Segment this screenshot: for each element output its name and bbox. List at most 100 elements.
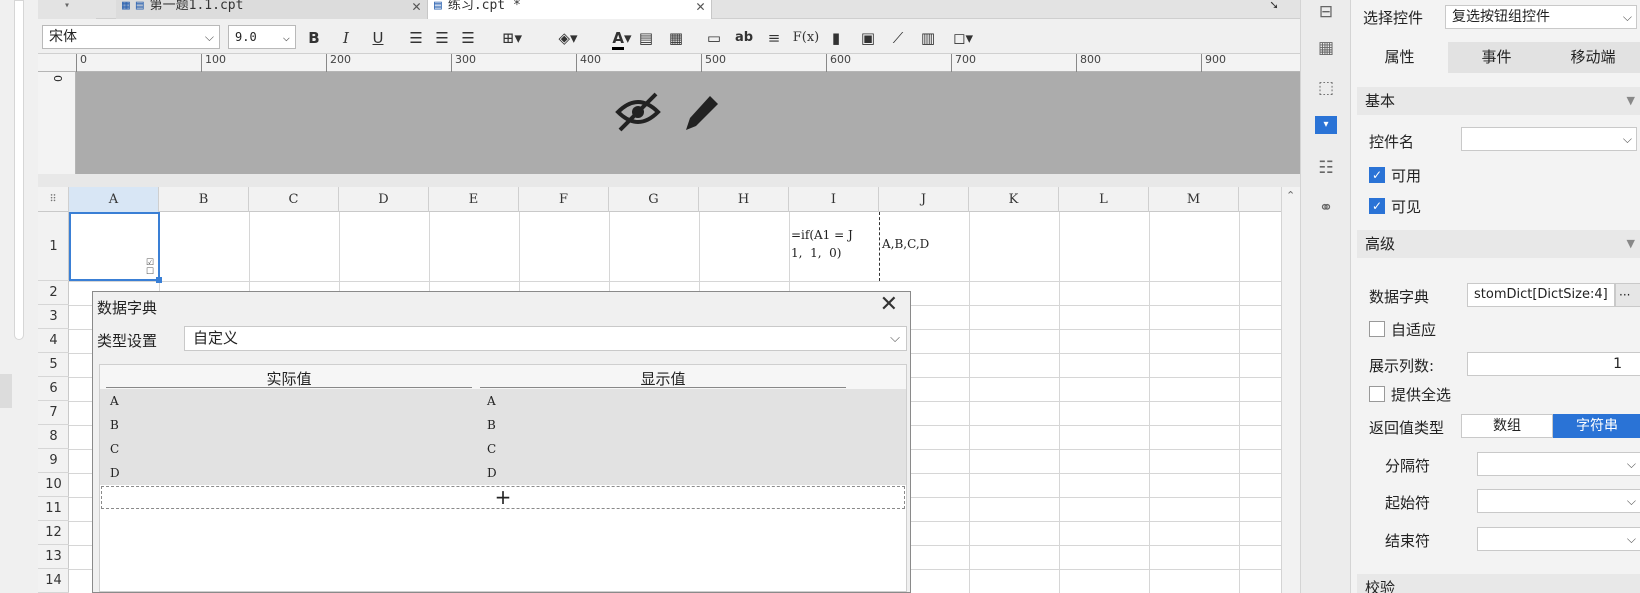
actual-cell[interactable]: A (110, 389, 119, 413)
data-dictionary-edit-button[interactable]: ··· (1615, 283, 1640, 307)
column-header[interactable]: D (339, 187, 429, 212)
bold-button[interactable]: B (302, 27, 326, 49)
tab-close-icon[interactable]: ✕ (696, 0, 705, 14)
slash-icon[interactable]: ⟋ (886, 27, 910, 49)
data-dictionary-field[interactable]: stomDict[DictSize:4] (1467, 283, 1615, 307)
font-size-select[interactable]: 9.0 ⌵ (228, 25, 296, 49)
report-header-canvas[interactable] (76, 72, 1300, 174)
tab-dropdown[interactable]: ▾ (38, 0, 96, 19)
enabled-checkbox[interactable]: ✓ (1369, 167, 1385, 183)
table-row[interactable]: DD (100, 461, 906, 485)
display-cell[interactable]: A (487, 389, 496, 413)
row-header[interactable]: 3 (38, 305, 69, 329)
tab-events[interactable]: 事件 (1448, 42, 1545, 73)
font-family-select[interactable]: 宋体 ⌵ (42, 25, 220, 49)
cell-attribute-icon[interactable]: ▦ (1314, 36, 1338, 60)
column-header[interactable]: I (789, 187, 879, 212)
row-header[interactable]: 5 (38, 353, 69, 377)
section-advanced[interactable]: 高级 ▼ (1357, 230, 1640, 258)
column-header[interactable]: E (429, 187, 519, 212)
fill-color-icon[interactable]: ◈▾ (548, 27, 588, 49)
start-char-select[interactable]: ⌵ (1477, 489, 1640, 513)
actual-cell[interactable]: C (110, 437, 119, 461)
column-header[interactable]: B (159, 187, 249, 212)
row-header[interactable]: 13 (38, 545, 69, 569)
hyperlink-icon[interactable]: ⚭ (1314, 196, 1338, 220)
section-verify[interactable]: 校验 (1357, 574, 1640, 593)
column-header[interactable]: H (699, 187, 789, 212)
return-string-button[interactable]: 字符串 (1553, 414, 1640, 438)
row-header[interactable]: 1 (38, 212, 69, 281)
cell-J1-value[interactable]: A,B,C,D (882, 237, 929, 251)
left-scrollbar[interactable] (14, 0, 24, 340)
italic-button[interactable]: I (334, 27, 358, 49)
insert-textbox-icon[interactable]: ▭ (702, 27, 726, 49)
row-header[interactable]: 4 (38, 329, 69, 353)
row-header[interactable]: 11 (38, 497, 69, 521)
column-header[interactable]: M (1149, 187, 1239, 212)
select-all-checkbox[interactable] (1369, 386, 1385, 402)
column-header[interactable]: K (969, 187, 1059, 212)
align-right-icon[interactable]: ☰ (456, 27, 480, 49)
widget-type-select[interactable]: 复选按钮组控件 ⌵ (1445, 5, 1637, 29)
align-left-icon[interactable]: ☰ (404, 27, 428, 49)
column-header[interactable]: A (69, 187, 159, 212)
merge-cells-icon[interactable]: ▤ (634, 27, 658, 49)
display-cell[interactable]: C (487, 437, 496, 461)
adaptive-checkbox[interactable] (1369, 321, 1385, 337)
columns-count-stepper[interactable]: 1 (1467, 352, 1640, 376)
paragraph-icon[interactable]: ≡ (762, 27, 786, 49)
tab-properties[interactable]: 属性 (1351, 42, 1448, 73)
column-header[interactable]: C (249, 187, 339, 212)
display-cell[interactable]: D (487, 461, 497, 485)
display-cell[interactable]: B (487, 413, 496, 437)
vertical-scrollbar[interactable]: ⌃ (1281, 187, 1300, 593)
row-header[interactable]: 9 (38, 449, 69, 473)
left-panel-item[interactable] (0, 374, 12, 408)
row-header[interactable]: 14 (38, 569, 69, 593)
widget-icon[interactable]: ◻▾ (948, 27, 978, 49)
widget-settings-icon[interactable]: ▾ (1315, 116, 1337, 134)
add-row-button[interactable]: + (101, 486, 905, 509)
column-header[interactable]: G (609, 187, 699, 212)
underline-button[interactable]: U (366, 27, 390, 49)
close-icon[interactable]: ✕ (880, 292, 898, 317)
widget-name-input[interactable]: ⌵ (1461, 127, 1637, 151)
image-icon[interactable]: ▣ (856, 27, 880, 49)
table-row[interactable]: CC (100, 437, 906, 461)
column-header[interactable]: J (879, 187, 969, 212)
float-element-icon[interactable]: ⬚ (1314, 76, 1338, 100)
formula-icon[interactable]: F(x) (792, 27, 820, 49)
table-row[interactable]: BB (100, 413, 906, 437)
row-header[interactable]: 6 (38, 377, 69, 401)
tab-file-2[interactable]: ▤ 练习.cpt * ✕ (428, 0, 712, 19)
separator-select[interactable]: ⌵ (1477, 452, 1640, 476)
return-array-button[interactable]: 数组 (1461, 414, 1553, 438)
cell-element-icon[interactable]: ⊟ (1314, 0, 1338, 24)
tab-file-1[interactable]: ▦ ▤ 第一题1.1.cpt ✕ (116, 0, 428, 19)
cell-I1-formula[interactable]: =if(A1 = J 1, 1, 0) (791, 226, 853, 262)
row-header[interactable]: 8 (38, 425, 69, 449)
condition-attribute-icon[interactable]: ☷ (1314, 156, 1338, 180)
text-ab-icon[interactable]: ab (732, 27, 756, 49)
column-header[interactable]: F (519, 187, 609, 212)
row-header[interactable]: 10 (38, 473, 69, 497)
select-all-corner[interactable]: ⠿ (38, 187, 69, 212)
visible-checkbox[interactable]: ✓ (1369, 198, 1385, 214)
subreport-icon[interactable]: ▥ (916, 27, 940, 49)
selected-cell-A1[interactable]: ☑ ☐ (69, 212, 162, 283)
border-icon[interactable]: ⊞▾ (492, 27, 532, 49)
fill-handle[interactable] (156, 277, 162, 283)
column-actual-value[interactable]: 实际值 (106, 368, 472, 388)
actual-cell[interactable]: D (110, 461, 120, 485)
end-char-select[interactable]: ⌵ (1477, 527, 1640, 551)
section-basic[interactable]: 基本 ▼ (1357, 87, 1640, 115)
pointer-icon[interactable]: ➘ (1264, 0, 1294, 19)
align-center-icon[interactable]: ☰ (430, 27, 454, 49)
tab-mobile[interactable]: 移动端 (1545, 42, 1640, 73)
column-display-value[interactable]: 显示值 (480, 368, 846, 388)
row-header[interactable]: 2 (38, 281, 69, 305)
edit-pencil-icon[interactable] (680, 90, 720, 134)
row-header[interactable]: 7 (38, 401, 69, 425)
row-header[interactable]: 12 (38, 521, 69, 545)
